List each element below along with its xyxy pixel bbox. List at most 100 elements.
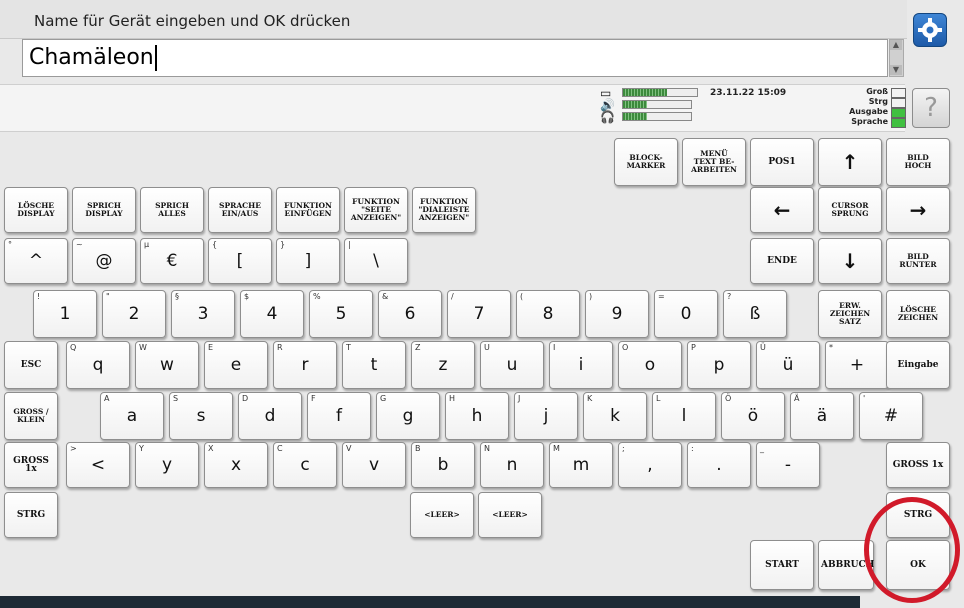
esc-key[interactable]: ESC <box>4 341 58 389</box>
page-up-key[interactable]: BILD HOCH <box>886 138 950 186</box>
shift-once-right-key[interactable]: GROSS 1x <box>886 442 950 488</box>
key-letter[interactable]: Gg <box>376 392 440 440</box>
arrow-right-key[interactable]: → <box>886 187 950 233</box>
key-letter[interactable]: * + <box>825 341 889 389</box>
space-key[interactable]: <LEER> <box>410 492 474 538</box>
key-1-symbol[interactable]: ° ^ <box>4 238 68 284</box>
block-marker-key[interactable]: BLOCK- MARKER <box>614 138 678 186</box>
key-letter[interactable]: Ss <box>169 392 233 440</box>
key-digit[interactable]: /7 <box>447 290 511 338</box>
key-digit[interactable]: (8 <box>516 290 580 338</box>
key-digit[interactable]: $4 <box>240 290 304 338</box>
key-letter[interactable]: Ee <box>204 341 268 389</box>
key-letter[interactable]: Ii <box>549 341 613 389</box>
space-key-2[interactable]: <LEER> <box>478 492 542 538</box>
key-letter[interactable]: Pp <box>687 341 751 389</box>
scroll-down-icon[interactable]: ▼ <box>890 65 902 75</box>
shift-once-left-key[interactable]: GROSS 1x <box>4 442 58 488</box>
key-letter[interactable]: Tt <box>342 341 406 389</box>
help-button[interactable]: ? <box>912 88 950 128</box>
key-secondary-label: ! <box>37 292 41 301</box>
key-label: LÖSCHE ZEICHEN <box>897 305 939 322</box>
abort-button[interactable]: ABBRUCH <box>818 540 874 590</box>
ctrl-right-key[interactable]: STRG <box>886 492 950 538</box>
key-letter[interactable]: Uu <box>480 341 544 389</box>
key-letter[interactable]: Aa <box>100 392 164 440</box>
key-letter[interactable]: Vv <box>342 442 406 488</box>
menu-text-edit-key[interactable]: MENÜ TEXT BE- ARBEITEN <box>682 138 746 186</box>
key-secondary-label: P <box>691 343 696 352</box>
speak-display-key[interactable]: SPRICH DISPLAY <box>72 187 136 233</box>
key-digit[interactable]: ! 1 <box>33 290 97 338</box>
key-letter[interactable]: Xx <box>204 442 268 488</box>
insert-function-key[interactable]: FUNKTION EINFÜGEN <box>276 187 340 233</box>
caps-key[interactable]: GROSS / KLEIN <box>4 392 58 440</box>
clear-display-key[interactable]: LÖSCHE DISPLAY <box>4 187 68 233</box>
scroll-up-icon[interactable]: ▲ <box>890 40 902 50</box>
key-label: SPRICH ALLES <box>155 201 189 218</box>
page-down-key[interactable]: BILD RUNTER <box>886 238 950 284</box>
key-letter[interactable]: Dd <box>238 392 302 440</box>
key-label: SPRACHE EIN/AUS <box>219 201 261 218</box>
key-letter[interactable]: Yy <box>135 442 199 488</box>
key-digit[interactable]: & 6 <box>378 290 442 338</box>
key-letter[interactable]: _ - <box>756 442 820 488</box>
settings-button[interactable] <box>913 13 947 47</box>
name-input[interactable]: Chamäleon <box>22 39 888 77</box>
key-label: x <box>230 455 242 475</box>
key-2-symbol[interactable]: ~ @ <box>72 238 136 284</box>
dialog-function-key[interactable]: FUNKTION "DIALEISTE ANZEIGEN" <box>412 187 476 233</box>
key-label: MENÜ TEXT BE- ARBEITEN <box>691 149 737 174</box>
key-letter[interactable]: Hh <box>445 392 509 440</box>
key-letter[interactable]: Qq <box>66 341 130 389</box>
key-digit[interactable]: " 2 <box>102 290 166 338</box>
ctrl-left-key[interactable]: STRG <box>4 492 58 538</box>
key-digit[interactable]: = 0 <box>654 290 718 338</box>
key-letter[interactable]: Öö <box>721 392 785 440</box>
key-letter[interactable]: Mm <box>549 442 613 488</box>
key-6-symbol[interactable]: | \ <box>344 238 408 284</box>
key-label: GROSS 1x <box>13 456 49 474</box>
key-letter[interactable]: :. <box>687 442 751 488</box>
key-letter[interactable]: Kk <box>583 392 647 440</box>
key-letter[interactable]: > < <box>66 442 130 488</box>
key-letter[interactable]: ' # <box>859 392 923 440</box>
arrow-left-key[interactable]: ← <box>750 187 814 233</box>
key-letter[interactable]: Ll <box>652 392 716 440</box>
key-letter[interactable]: Zz <box>411 341 475 389</box>
key-letter[interactable]: Oo <box>618 341 682 389</box>
start-button[interactable]: START <box>750 540 814 590</box>
key-letter[interactable]: Rr <box>273 341 337 389</box>
key-letter[interactable]: ;, <box>618 442 682 488</box>
key-letter[interactable]: Bb <box>411 442 475 488</box>
key-digit[interactable]: ? ß <box>723 290 787 338</box>
page-function-key[interactable]: FUNKTION "SEITE ANZEIGEN" <box>344 187 408 233</box>
key-label: ü <box>782 355 794 375</box>
key-secondary-label: I <box>553 343 556 352</box>
key-digit[interactable]: § 3 <box>171 290 235 338</box>
arrow-down-key[interactable]: ↓ <box>818 238 882 284</box>
ok-button[interactable]: OK <box>886 540 950 590</box>
key-letter[interactable]: Üü <box>756 341 820 389</box>
key-digit[interactable]: % 5 <box>309 290 373 338</box>
extended-charset-key[interactable]: ERW. ZEICHEN SATZ <box>818 290 882 338</box>
delete-chars-key[interactable]: LÖSCHE ZEICHEN <box>886 290 950 338</box>
key-letter[interactable]: Ää <box>790 392 854 440</box>
cursor-jump-key[interactable]: CURSOR SPRUNG <box>818 187 882 233</box>
pos1-key[interactable]: POS1 <box>750 138 814 186</box>
key-secondary-label: N <box>484 444 490 453</box>
key-letter[interactable]: Jj <box>514 392 578 440</box>
enter-key[interactable]: Eingabe <box>886 341 950 389</box>
speak-all-key[interactable]: SPRICH ALLES <box>140 187 204 233</box>
key-letter[interactable]: Nn <box>480 442 544 488</box>
arrow-up-key[interactable]: ↑ <box>818 138 882 186</box>
key-5-symbol[interactable]: }] <box>276 238 340 284</box>
key-digit[interactable]: ) 9 <box>585 290 649 338</box>
key-letter[interactable]: Ww <box>135 341 199 389</box>
key-letter[interactable]: Cc <box>273 442 337 488</box>
key-3-symbol[interactable]: µ € <box>140 238 204 284</box>
key-letter[interactable]: Ff <box>307 392 371 440</box>
end-key[interactable]: ENDE <box>750 238 814 284</box>
speech-toggle-key[interactable]: SPRACHE EIN/AUS <box>208 187 272 233</box>
key-4-symbol[interactable]: {[ <box>208 238 272 284</box>
